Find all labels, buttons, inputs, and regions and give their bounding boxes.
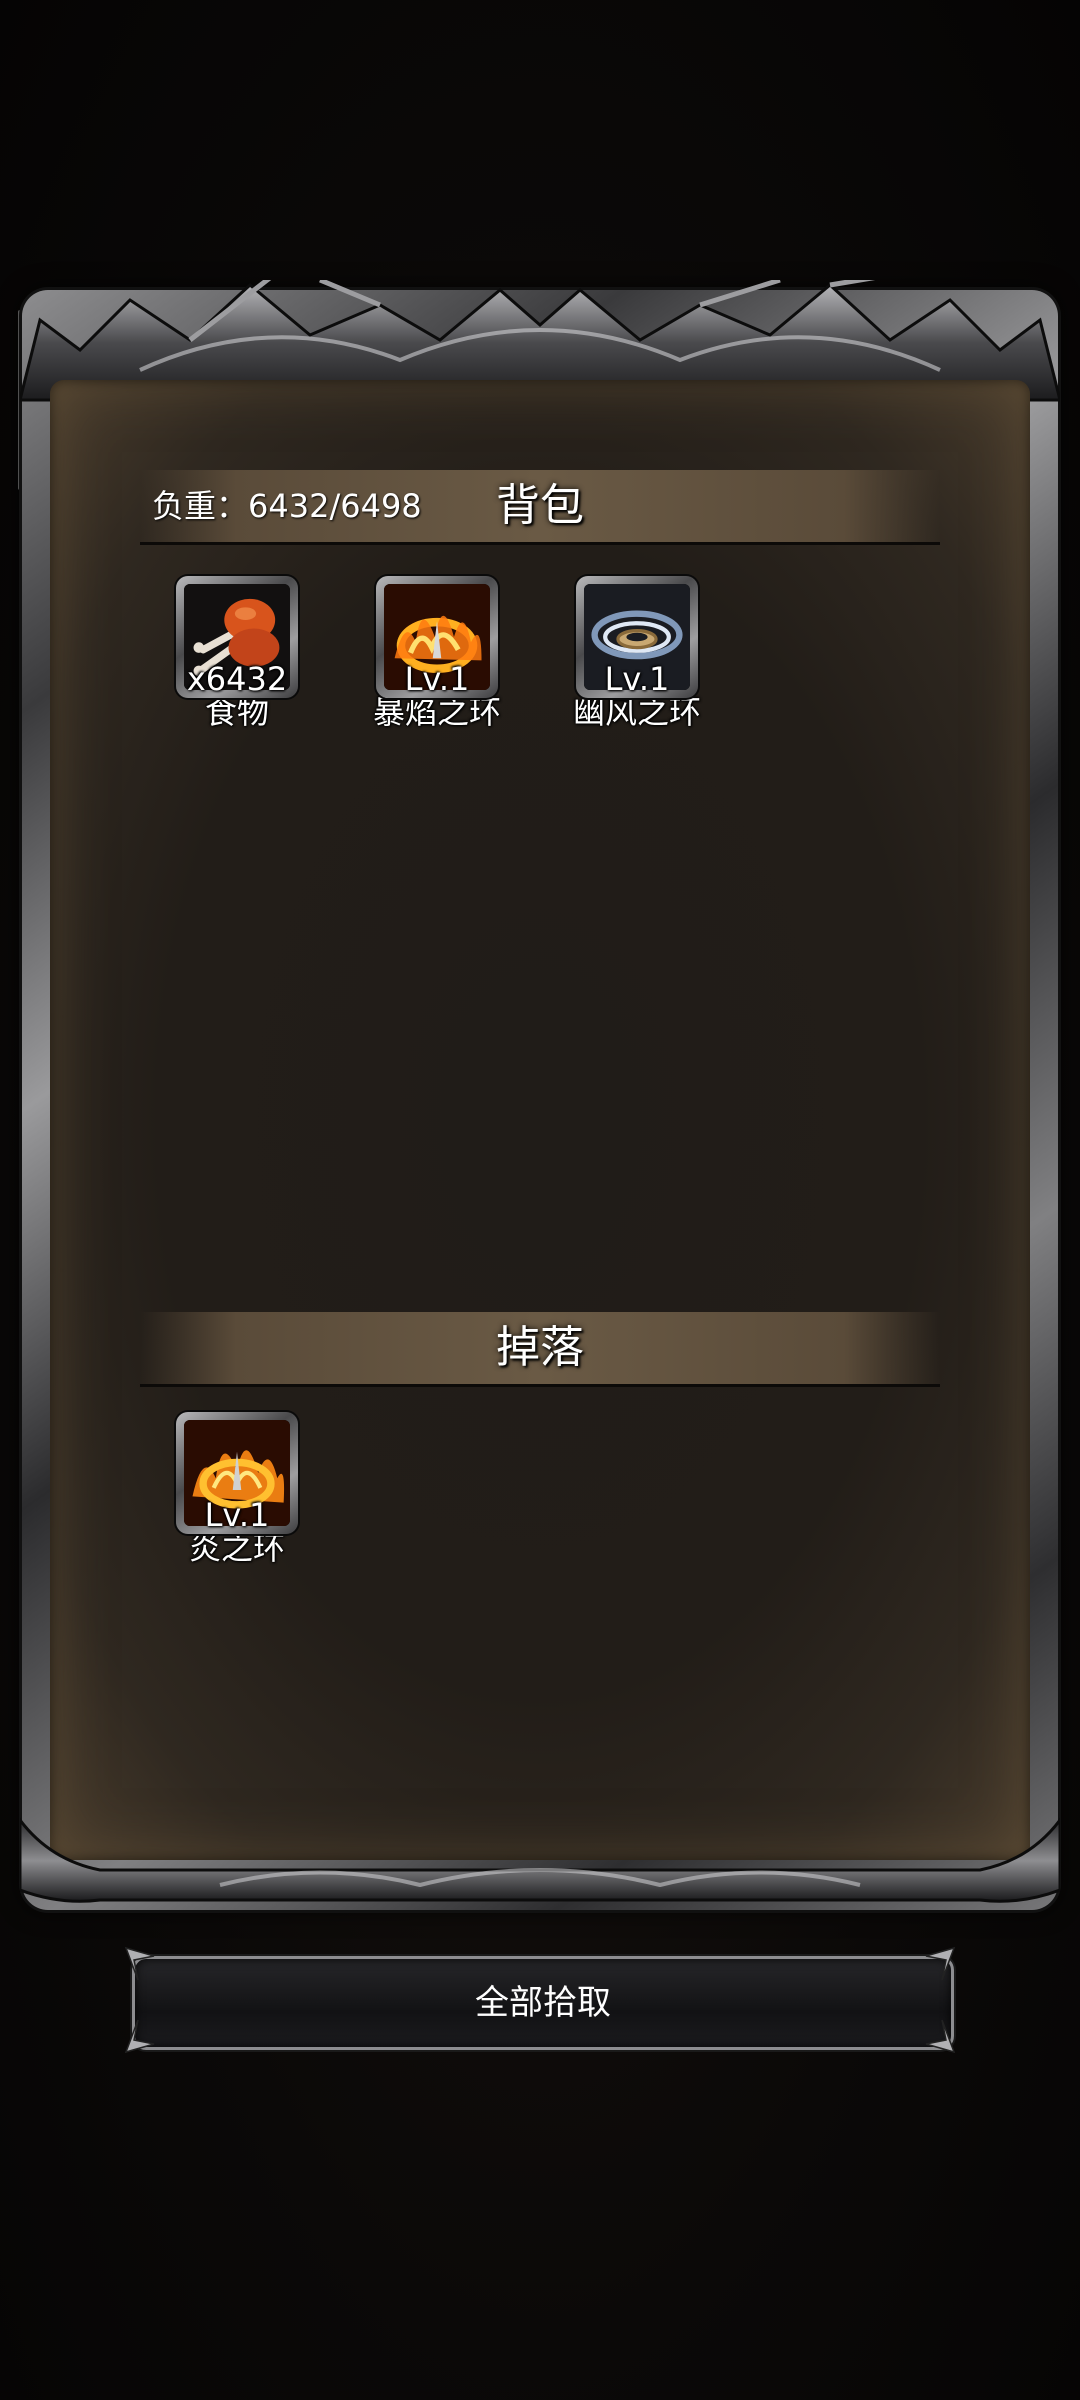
backpack-header: 负重：6432/6498 背包 xyxy=(140,470,940,545)
button-corner-ornament xyxy=(925,2019,956,2054)
slot-frame: Lv.1 xyxy=(176,1412,298,1534)
item-slot-wind-ring[interactable]: Lv.1 幽风之环 xyxy=(572,576,702,730)
item-level: Lv.1 xyxy=(404,660,470,698)
item-level: Lv.1 xyxy=(204,1496,270,1534)
frame-base-ornament xyxy=(20,1817,1060,1903)
item-level: Lv.1 xyxy=(604,660,670,698)
drops-header: 掉落 xyxy=(140,1312,940,1387)
slot-frame: Lv.1 xyxy=(576,576,698,698)
button-corner-ornament xyxy=(124,2019,155,2054)
button-corner-ornament xyxy=(925,1946,956,1981)
slot-frame: x6432 xyxy=(176,576,298,698)
drops-title: 掉落 xyxy=(496,1322,584,1373)
drop-slot-flame-ring[interactable]: Lv.1 炎之环 xyxy=(172,1412,302,1566)
item-slot-fire-ring[interactable]: Lv.1 暴焰之环 xyxy=(372,576,502,730)
item-slot-food[interactable]: x6432 食物 xyxy=(172,576,302,730)
item-name: 幽风之环 xyxy=(572,693,701,731)
pick-all-button[interactable]: 全部拾取 xyxy=(132,1956,954,2050)
item-name: 暴焰之环 xyxy=(372,693,501,731)
button-corner-ornament xyxy=(124,1946,155,1981)
backpack-title: 背包 xyxy=(496,480,584,531)
slot-frame: Lv.1 xyxy=(376,576,498,698)
item-name: 炎之环 xyxy=(188,1529,285,1567)
item-name: 食物 xyxy=(204,693,269,731)
item-quantity: x6432 xyxy=(186,660,288,698)
